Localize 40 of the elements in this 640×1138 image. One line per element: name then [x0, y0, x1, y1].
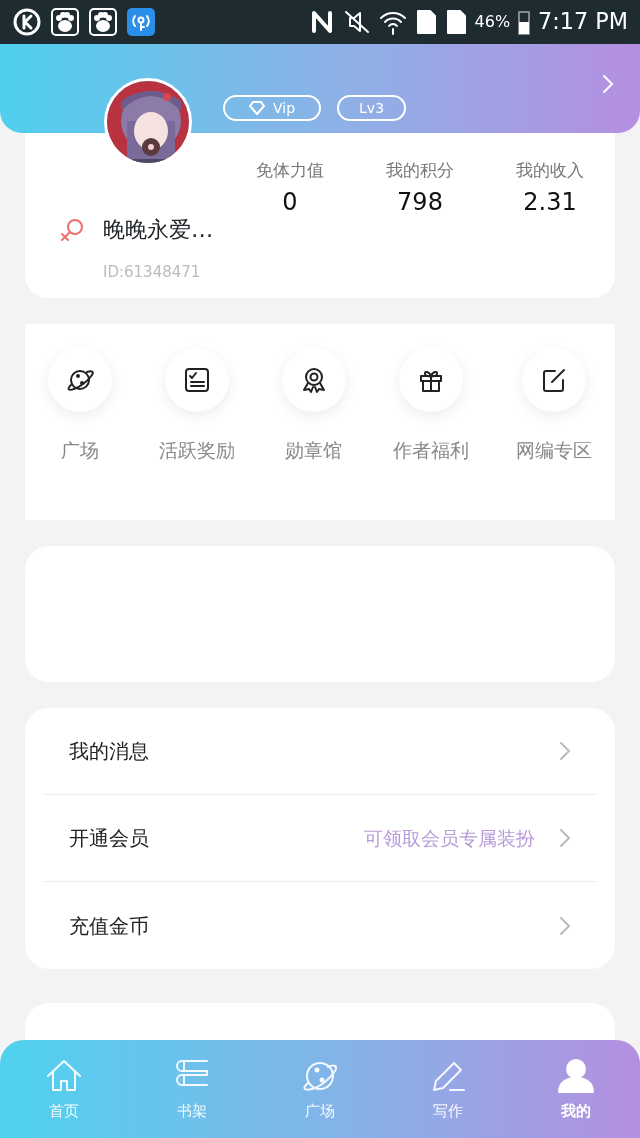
user-id: ID:61348471 [103, 262, 201, 283]
clock: 7:17 PM [538, 7, 628, 37]
chevron-right-icon [559, 915, 571, 936]
battery-icon [518, 9, 531, 35]
paw-icon [88, 7, 118, 37]
battery-percent: 46% [474, 11, 511, 33]
nav-tab[interactable]: 书架 [128, 1054, 256, 1124]
nav-tab[interactable]: 写作 [384, 1054, 512, 1124]
menu-row[interactable]: 充值金币 [43, 882, 597, 969]
menu-label: 我的消息 [69, 738, 149, 765]
nav-tab[interactable]: 广场 [256, 1054, 384, 1124]
wifi-icon [378, 9, 407, 35]
paw-icon [50, 7, 80, 37]
sim-icon [414, 9, 437, 35]
shortcut-item[interactable]: 网编专区 [515, 348, 592, 465]
chevron-right-icon [559, 828, 571, 848]
diamond-icon [249, 100, 265, 115]
menu-row[interactable]: 开通会员 可领取会员专属装扮 [43, 795, 597, 882]
stat-label: 我的积分 [385, 159, 455, 182]
mute-icon [342, 9, 371, 35]
stat-value: 0 [281, 186, 299, 218]
chevron-right-icon [559, 741, 571, 761]
stat-value: 798 [396, 186, 444, 218]
stat-label: 我的收入 [515, 159, 585, 182]
menu-note: 可领取会员专属装扮 [364, 825, 535, 851]
shortcut-item[interactable]: 活跃奖励 [159, 348, 236, 465]
sim-icon [444, 9, 467, 35]
chevron-right-icon [601, 73, 615, 95]
vip-badge: Vip [223, 94, 322, 121]
stat-value: 2.31 [522, 186, 578, 218]
menu-row[interactable]: 我的消息 [43, 708, 597, 795]
menu-label: 充值金币 [69, 912, 149, 940]
nav-tab[interactable]: 我的 [512, 1054, 640, 1124]
user-name: 晚晚永爱… [103, 215, 214, 244]
k-app-icon [12, 7, 42, 37]
wifi-key-icon [126, 7, 156, 37]
menu-label: 开通会员 [69, 825, 149, 852]
stat-label: 免体力值 [255, 159, 325, 182]
level-badge: Lv3 [337, 94, 407, 121]
shortcut-item[interactable]: 作者福利 [392, 348, 469, 465]
